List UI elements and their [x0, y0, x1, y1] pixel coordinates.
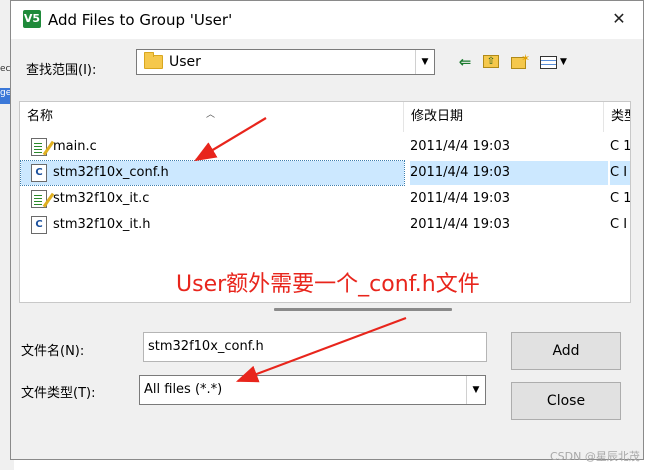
watermark-text: CSDN @星辰北茂	[550, 450, 640, 463]
file-modified: 2011/4/4 19:03	[410, 161, 608, 185]
keil-app-icon: V5	[23, 10, 41, 28]
add-button[interactable]: Add	[511, 332, 621, 370]
new-folder-icon[interactable]: ✶	[510, 52, 532, 71]
annotation-text: User额外需要一个_conf.h文件	[176, 272, 480, 297]
file-name: main.c	[53, 139, 97, 154]
c-source-icon	[31, 190, 47, 208]
look-in-value: User	[169, 54, 201, 70]
file-type: C I	[610, 161, 630, 185]
file-modified: 2011/4/4 19:03	[410, 191, 510, 206]
look-in-combo[interactable]: User ▼	[136, 49, 435, 75]
chevron-down-icon[interactable]: ▼	[466, 376, 485, 404]
column-header-type[interactable]: 类型	[604, 102, 630, 132]
close-button[interactable]: Close	[511, 382, 621, 420]
file-type-select[interactable]: All files (*.*) ▼	[139, 375, 486, 405]
file-type: C I	[610, 217, 628, 232]
view-menu-icon[interactable]: ▼	[539, 53, 573, 71]
file-row[interactable]: main.c 2011/4/4 19:03 C 1	[20, 135, 630, 159]
file-list-header: 名称 ︿ 修改日期 类型	[20, 102, 630, 132]
file-row[interactable]: stm32f10x_it.c 2011/4/4 19:03 C 1	[20, 187, 630, 211]
c-header-icon: C	[31, 164, 47, 182]
horizontal-scrollbar[interactable]	[274, 308, 452, 311]
file-row-selected[interactable]: C stm32f10x_conf.h 2011/4/4 19:03 C I	[20, 160, 630, 186]
add-files-dialog: V5 Add Files to Group 'User' ✕ 查找范围(I): …	[10, 0, 644, 460]
column-name-label: 名称	[27, 109, 54, 124]
file-name: stm32f10x_it.h	[53, 217, 151, 232]
file-name-cell: main.c	[21, 135, 404, 159]
file-name-input[interactable]: stm32f10x_conf.h	[143, 332, 487, 362]
chevron-down-icon[interactable]: ▼	[415, 50, 434, 74]
file-name-cell: C stm32f10x_it.h	[21, 213, 404, 237]
look-in-label: 查找范围(I):	[26, 63, 97, 78]
file-name: stm32f10x_conf.h	[53, 165, 169, 180]
file-type-label: 文件类型(T):	[21, 386, 96, 401]
title-bar: V5 Add Files to Group 'User' ✕	[11, 1, 643, 39]
c-header-icon: C	[31, 216, 47, 234]
sort-ascending-icon: ︿	[206, 110, 216, 120]
dialog-title: Add Files to Group 'User'	[48, 11, 233, 29]
file-type: C 1	[610, 139, 631, 154]
folder-icon	[144, 52, 163, 69]
up-folder-icon[interactable]: ⇧	[482, 53, 500, 71]
file-modified: 2011/4/4 19:03	[410, 139, 510, 154]
file-row[interactable]: C stm32f10x_it.h 2011/4/4 19:03 C I	[20, 213, 630, 237]
column-header-name[interactable]: 名称 ︿	[20, 102, 404, 132]
column-header-modified[interactable]: 修改日期	[404, 102, 604, 132]
file-modified: 2011/4/4 19:03	[410, 217, 510, 232]
back-arrow-icon[interactable]: ⇐	[456, 53, 474, 71]
close-window-button[interactable]: ✕	[609, 9, 629, 29]
file-type: C 1	[610, 191, 631, 206]
file-name-cell: stm32f10x_it.c	[21, 187, 404, 211]
file-name-label: 文件名(N):	[21, 344, 85, 359]
file-name-cell: C stm32f10x_conf.h	[20, 160, 405, 186]
file-type-value: All files (*.*)	[144, 382, 223, 397]
file-name: stm32f10x_it.c	[53, 191, 150, 206]
c-source-icon	[31, 138, 47, 156]
